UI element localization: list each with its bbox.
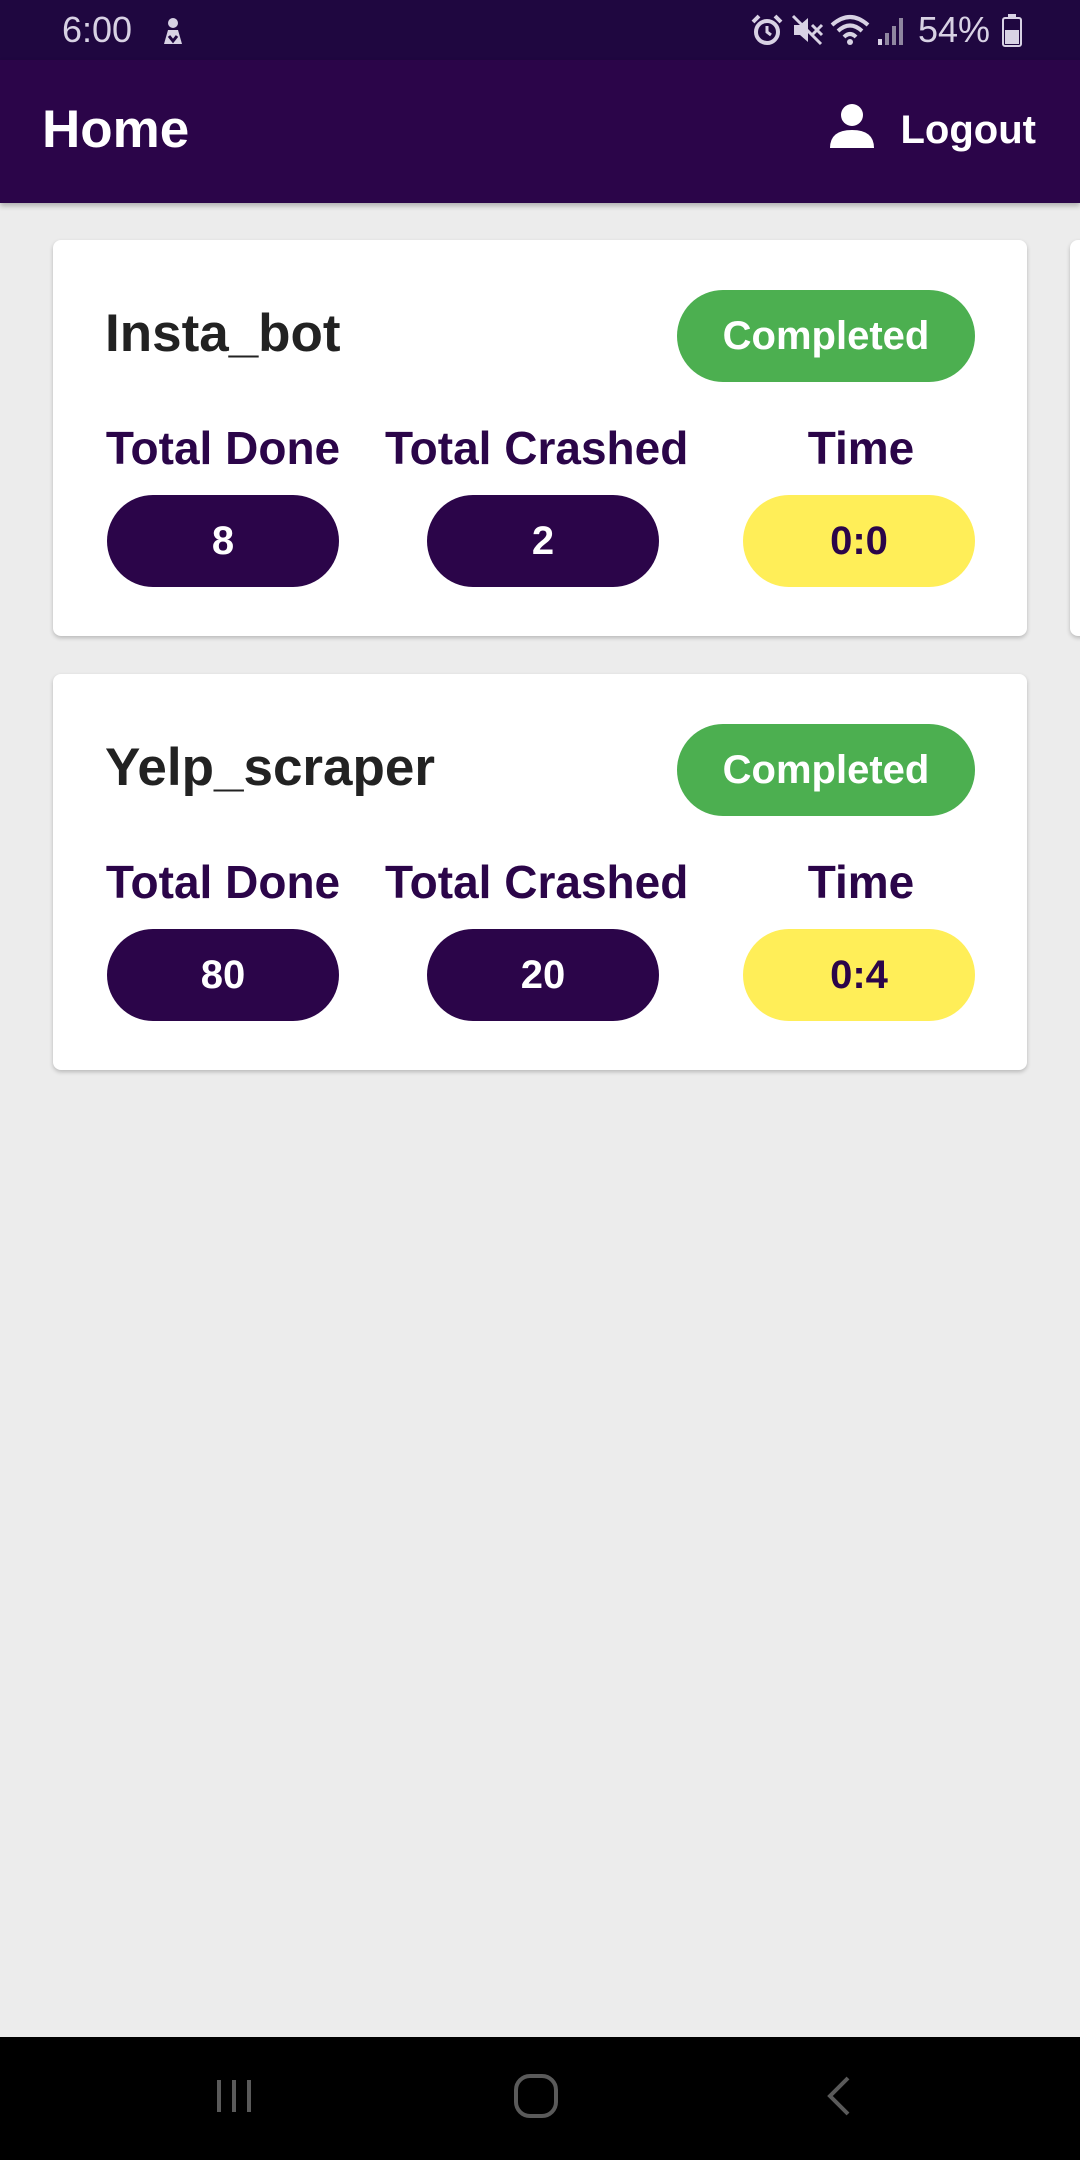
user-icon — [829, 102, 875, 158]
battery-percent: 54% — [917, 9, 990, 50]
total-done-label: Total Done — [105, 856, 341, 908]
wifi-icon — [830, 13, 870, 47]
bot-card[interactable]: Insta_bot Completed Total Done Total Cra… — [53, 240, 1027, 636]
signal-icon — [876, 13, 906, 47]
bot-name: Insta_bot — [105, 304, 341, 363]
next-card-peek[interactable] — [1070, 240, 1080, 636]
bot-card[interactable]: Yelp_scraper Completed Total Done Total … — [53, 674, 1027, 1070]
status-badge: Completed — [677, 290, 975, 382]
recents-button[interactable] — [194, 2063, 274, 2133]
app-bar: Home Logout — [0, 60, 1080, 203]
page-title: Home — [42, 100, 190, 159]
back-button[interactable] — [798, 2063, 878, 2133]
total-crashed-value: 2 — [427, 495, 659, 587]
bot-name: Yelp_scraper — [105, 738, 436, 797]
time-value: 0:4 — [743, 929, 975, 1021]
status-icons: 54% — [750, 9, 1022, 51]
status-time: 6:00 — [62, 9, 133, 50]
total-crashed-label: Total Crashed — [385, 422, 689, 474]
recents-icon — [212, 2074, 256, 2123]
total-done-label: Total Done — [105, 422, 341, 474]
download-notification-icon — [156, 14, 190, 48]
battery-icon — [1002, 13, 1022, 47]
alarm-icon — [750, 13, 784, 47]
back-icon — [818, 2072, 858, 2125]
total-crashed-value: 20 — [427, 929, 659, 1021]
bot-list[interactable]: Insta_bot Completed Total Done Total Cra… — [0, 203, 1080, 2037]
home-button[interactable] — [496, 2063, 576, 2133]
status-badge: Completed — [677, 724, 975, 816]
time-label: Time — [807, 422, 915, 474]
total-done-value: 8 — [107, 495, 339, 587]
system-nav-bar — [0, 2037, 1080, 2160]
logout-button[interactable]: Logout — [829, 98, 1037, 162]
time-value: 0:0 — [743, 495, 975, 587]
logout-label: Logout — [900, 107, 1037, 152]
home-icon — [512, 2072, 560, 2125]
mute-icon — [790, 13, 824, 47]
total-done-value: 80 — [107, 929, 339, 1021]
status-bar: 6:00 54% — [0, 0, 1080, 60]
total-crashed-label: Total Crashed — [385, 856, 689, 908]
time-label: Time — [807, 856, 915, 908]
